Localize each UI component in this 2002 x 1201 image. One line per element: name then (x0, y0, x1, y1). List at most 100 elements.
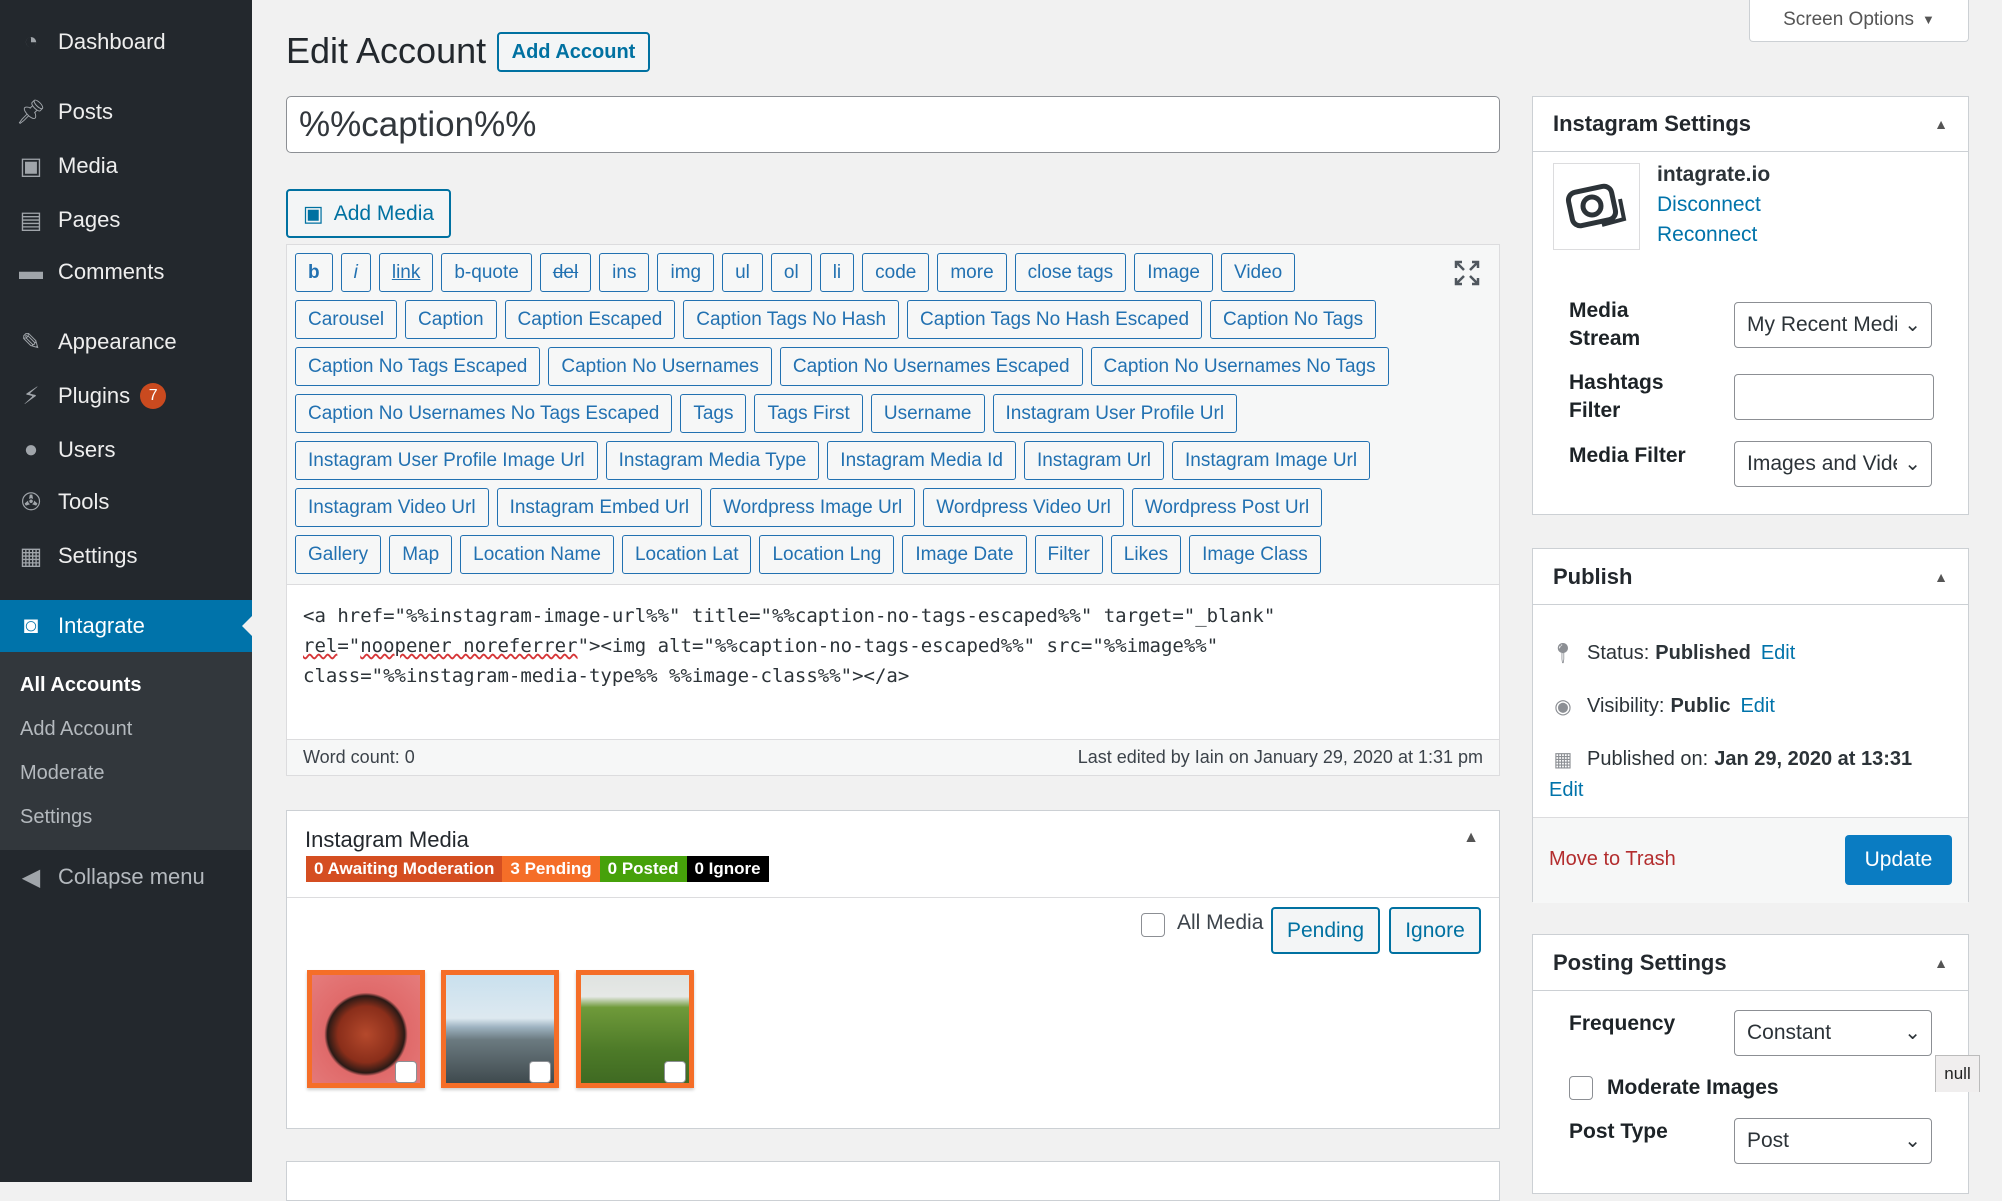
quicktag-username-button[interactable]: Username (870, 394, 985, 433)
quicktag-instagram-video-url-button[interactable]: Instagram Video Url (295, 488, 489, 527)
quicktag-caption-no-usernames-escaped-button[interactable]: Caption No Usernames Escaped (779, 347, 1083, 386)
quicktag-code-button[interactable]: code (862, 253, 930, 292)
quicktag-image-class-button[interactable]: Image Class (1189, 535, 1321, 574)
quicktag-caption-tags-no-hash-button[interactable]: Caption Tags No Hash (683, 300, 900, 339)
quicktag-caption-tags-no-hash-escaped-button[interactable]: Caption Tags No Hash Escaped (907, 300, 1203, 339)
quicktag-filter-button[interactable]: Filter (1034, 535, 1103, 574)
submenu-item-moderate[interactable]: Moderate (20, 762, 105, 785)
sidebar-item-pages[interactable]: ▤ Pages (0, 196, 252, 244)
quicktag-close-tags-button[interactable]: close tags (1014, 253, 1127, 292)
add-account-button[interactable]: Add Account (497, 32, 650, 72)
status-badge[interactable]: 0 Ignore (686, 856, 769, 882)
quicktag-instagram-media-id-button[interactable]: Instagram Media Id (827, 441, 1016, 480)
status-badge[interactable]: 3 Pending (502, 856, 600, 882)
sidebar-item-posts[interactable]: 📌︎ Posts (0, 88, 252, 136)
sidebar-item-settings[interactable]: ▦ Settings (0, 532, 252, 580)
quicktag-caption-no-usernames-button[interactable]: Caption No Usernames (548, 347, 772, 386)
fullscreen-icon[interactable] (1453, 259, 1481, 287)
quicktag-b-button[interactable]: b (295, 253, 333, 292)
quicktag-caption-no-usernames-no-tags-button[interactable]: Caption No Usernames No Tags (1090, 347, 1389, 386)
frequency-select[interactable]: Constant ⌄ (1734, 1010, 1932, 1056)
media-thumbnail[interactable] (307, 970, 425, 1088)
quicktag-img-button[interactable]: img (657, 253, 715, 292)
quicktag-instagram-media-type-button[interactable]: Instagram Media Type (605, 441, 820, 480)
screen-options-button[interactable]: Screen Options ▼ (1749, 0, 1969, 42)
disconnect-link[interactable]: Disconnect (1657, 193, 1761, 217)
quicktag-caption-no-tags-button[interactable]: Caption No Tags (1210, 300, 1377, 339)
move-to-trash-link[interactable]: Move to Trash (1549, 848, 1676, 871)
quicktag-location-lat-button[interactable]: Location Lat (621, 535, 752, 574)
collapse-menu-button[interactable]: ◀ Collapse menu (0, 853, 252, 901)
code-textarea[interactable]: <a href="%%instagram-image-url%%" title=… (303, 601, 1275, 691)
thumbnail-checkbox[interactable] (529, 1061, 551, 1083)
thumbnail-checkbox[interactable] (395, 1061, 417, 1083)
sidebar-item-comments[interactable]: ▬ Comments (0, 248, 252, 296)
pending-button[interactable]: Pending (1271, 907, 1380, 954)
sidebar-item-plugins[interactable]: ⚡︎ Plugins 7 (0, 372, 252, 420)
quicktag-del-button[interactable]: del (539, 253, 592, 292)
moderate-images-checkbox[interactable] (1569, 1076, 1593, 1100)
submenu-item-all-accounts[interactable]: All Accounts (20, 674, 142, 697)
quicktag-instagram-embed-url-button[interactable]: Instagram Embed Url (496, 488, 703, 527)
post-type-select[interactable]: Post ⌄ (1734, 1118, 1932, 1164)
add-media-button[interactable]: ▣ Add Media (286, 189, 451, 238)
submenu-item-settings[interactable]: Settings (20, 806, 92, 829)
quicktag-caption-no-tags-escaped-button[interactable]: Caption No Tags Escaped (295, 347, 541, 386)
all-media-checkbox[interactable] (1141, 913, 1165, 937)
hashtags-filter-input[interactable] (1734, 374, 1934, 420)
status-badge[interactable]: 0 Posted (599, 856, 687, 882)
collapse-arrow-icon[interactable]: ▲ (1463, 829, 1479, 847)
quicktag-i-button[interactable]: i (340, 253, 371, 292)
quicktag-instagram-user-profile-url-button[interactable]: Instagram User Profile Url (992, 394, 1238, 433)
quicktag-image-date-button[interactable]: Image Date (902, 535, 1027, 574)
quicktag-instagram-url-button[interactable]: Instagram Url (1023, 441, 1164, 480)
quicktag-likes-button[interactable]: Likes (1110, 535, 1182, 574)
quicktag-ol-button[interactable]: ol (770, 253, 812, 292)
update-button[interactable]: Update (1845, 835, 1952, 885)
quicktag-video-button[interactable]: Video (1221, 253, 1296, 292)
quicktag-tags-button[interactable]: Tags (680, 394, 747, 433)
media-thumbnail[interactable] (441, 970, 559, 1088)
collapse-arrow-icon[interactable]: ▲ (1934, 116, 1948, 132)
edit-date-link[interactable]: Edit (1549, 779, 1583, 802)
quicktag-map-button[interactable]: Map (389, 535, 453, 574)
quicktag-caption-no-usernames-no-tags-escaped-button[interactable]: Caption No Usernames No Tags Escaped (295, 394, 673, 433)
quicktag-b-quote-button[interactable]: b-quote (441, 253, 532, 292)
quicktag-wordpress-video-url-button[interactable]: Wordpress Video Url (923, 488, 1124, 527)
ignore-button[interactable]: Ignore (1389, 907, 1481, 954)
quicktag-location-lng-button[interactable]: Location Lng (759, 535, 895, 574)
quicktag-gallery-button[interactable]: Gallery (295, 535, 382, 574)
status-badge[interactable]: 0 Awaiting Moderation (306, 856, 503, 882)
title-input[interactable]: %%caption%% (286, 96, 1500, 153)
quicktag-carousel-button[interactable]: Carousel (295, 300, 398, 339)
quicktag-more-button[interactable]: more (937, 253, 1007, 292)
quicktag-wordpress-post-url-button[interactable]: Wordpress Post Url (1131, 488, 1323, 527)
sidebar-item-tools[interactable]: ✇ Tools (0, 478, 252, 526)
quicktag-wordpress-image-url-button[interactable]: Wordpress Image Url (710, 488, 916, 527)
reconnect-link[interactable]: Reconnect (1657, 223, 1757, 247)
quicktag-tags-first-button[interactable]: Tags First (754, 394, 863, 433)
sidebar-item-media[interactable]: ▣ Media (0, 142, 252, 190)
sidebar-item-users[interactable]: ● Users (0, 426, 252, 474)
quicktag-ul-button[interactable]: ul (722, 253, 763, 292)
quicktag-location-name-button[interactable]: Location Name (460, 535, 614, 574)
quicktag-instagram-image-url-button[interactable]: Instagram Image Url (1171, 441, 1371, 480)
media-filter-select[interactable]: Images and Videos ⌄ (1734, 441, 1932, 487)
quicktag-li-button[interactable]: li (819, 253, 855, 292)
collapse-arrow-icon[interactable]: ▲ (1934, 955, 1948, 971)
sidebar-item-appearance[interactable]: ✎ Appearance (0, 318, 252, 366)
quicktag-link-button[interactable]: link (378, 253, 434, 292)
submenu-item-add-account[interactable]: Add Account (20, 718, 132, 741)
quicktag-instagram-user-profile-image-url-button[interactable]: Instagram User Profile Image Url (295, 441, 598, 480)
quicktag-ins-button[interactable]: ins (599, 253, 650, 292)
media-thumbnail[interactable] (576, 970, 694, 1088)
quicktag-caption-button[interactable]: Caption (405, 300, 497, 339)
quicktag-caption-escaped-button[interactable]: Caption Escaped (504, 300, 676, 339)
sidebar-item-dashboard[interactable]: ◔ Dashboard (0, 18, 252, 66)
sidebar-item-intagrate[interactable]: ◙ Intagrate (0, 600, 252, 652)
edit-visibility-link[interactable]: Edit (1740, 695, 1774, 718)
media-stream-select[interactable]: My Recent Media ⌄ (1734, 302, 1932, 348)
thumbnail-checkbox[interactable] (664, 1061, 686, 1083)
collapse-arrow-icon[interactable]: ▲ (1934, 569, 1948, 585)
edit-status-link[interactable]: Edit (1761, 642, 1795, 665)
